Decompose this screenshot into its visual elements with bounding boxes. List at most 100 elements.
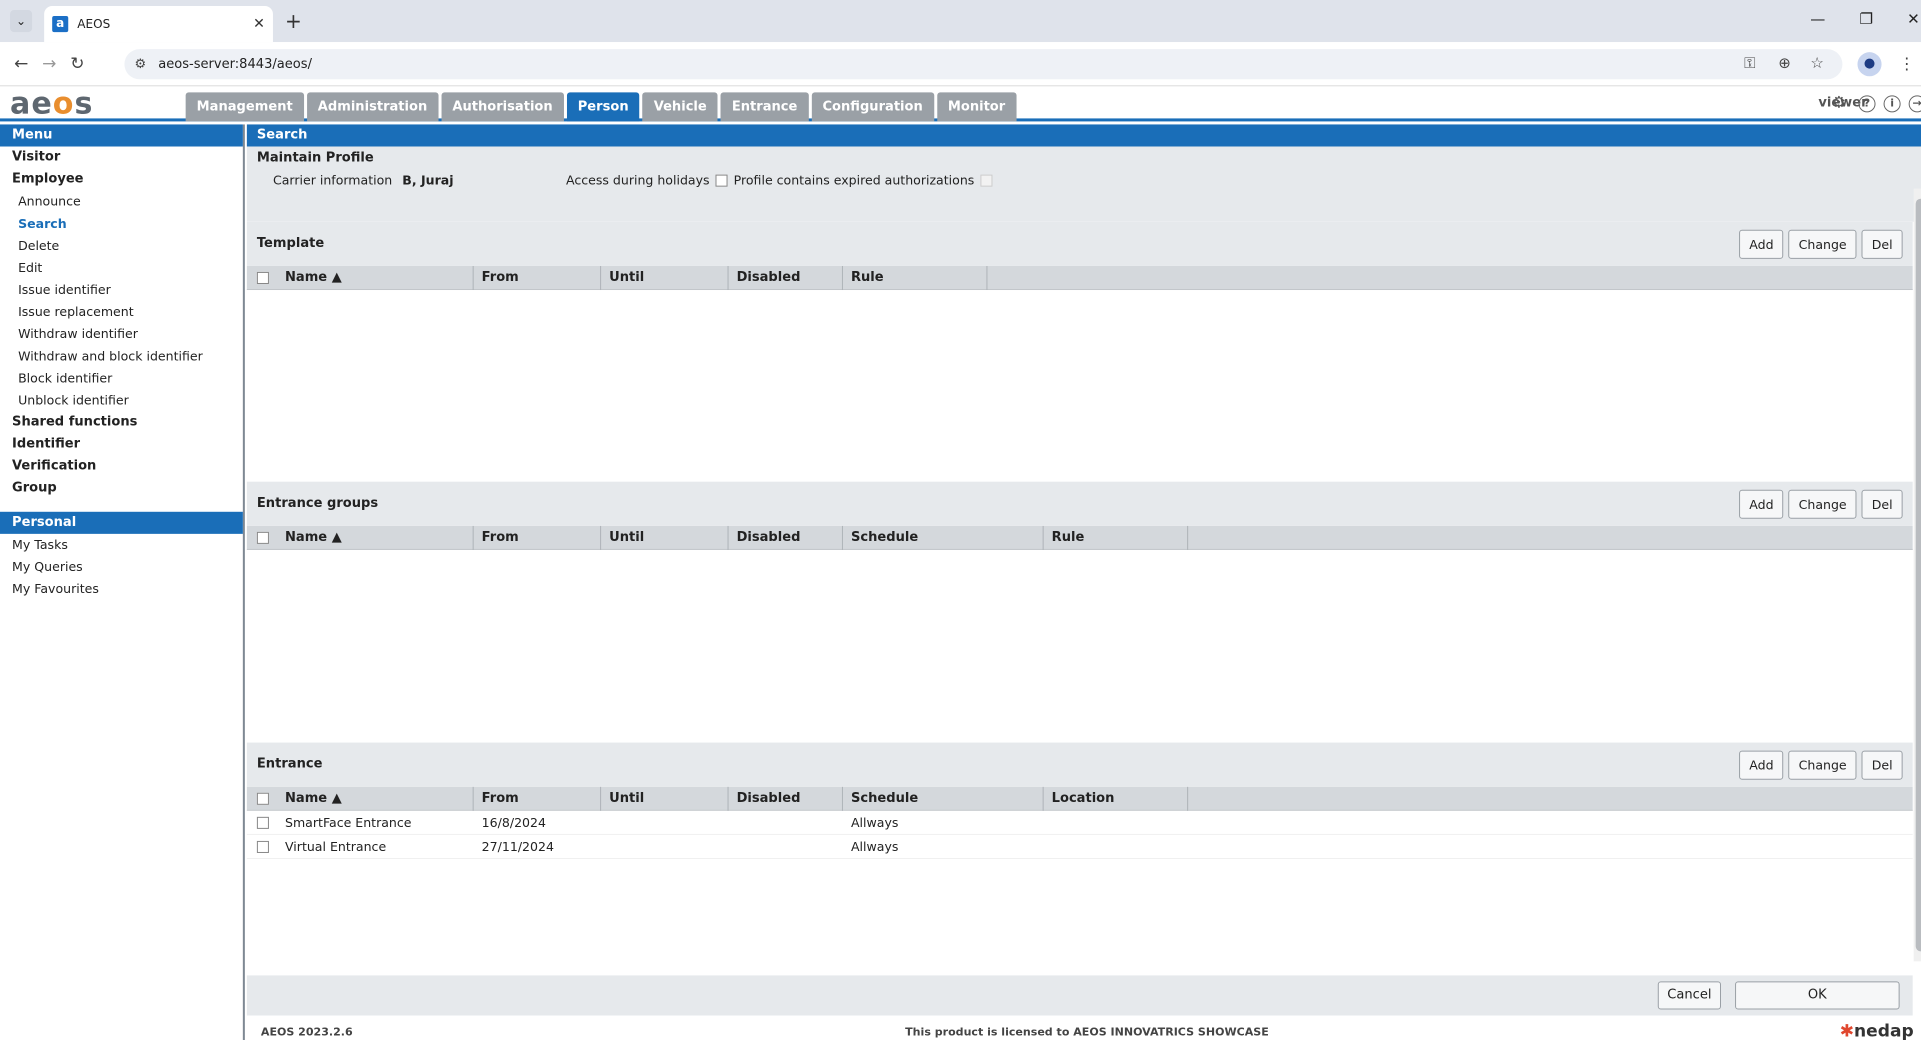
zoom-icon[interactable]: ⊕ [1778,54,1791,72]
column-header[interactable]: From [474,525,602,550]
sidebar-item-delete[interactable]: Delete [0,235,243,257]
sidebar-item-withdraw-identifier[interactable]: Withdraw identifier [0,323,243,345]
scrollbar-thumb[interactable] [1915,198,1921,952]
column-header[interactable]: Disabled [729,265,843,290]
tab-close-icon[interactable]: ✕ [253,16,265,32]
profile-avatar-icon[interactable]: ● [1857,52,1882,77]
nav-tab-entrance[interactable]: Entrance [720,92,809,122]
cell-schedule: Allways [850,838,899,854]
column-header[interactable]: Schedule [843,786,1044,811]
version-text: AEOS 2023.2.6 [260,1025,353,1039]
holidays-checkbox[interactable] [715,174,728,187]
del-button[interactable]: Del [1861,229,1903,259]
column-header[interactable]: Name ▲ [277,265,474,290]
column-header[interactable]: From [474,786,602,811]
nav-tab-management[interactable]: Management [185,92,304,122]
forward-icon[interactable]: → [42,54,56,74]
column-header[interactable]: Until [601,265,729,290]
column-header[interactable]: Location [1044,786,1189,811]
logout-icon[interactable]: → [1908,95,1921,113]
del-button[interactable]: Del [1861,750,1903,780]
back-icon[interactable]: ← [14,54,28,74]
page-title: Search [246,124,1921,147]
sidebar-item-unblock-identifier[interactable]: Unblock identifier [0,389,243,411]
address-bar[interactable]: ⚙ aeos-server:8443/aeos/ ⚿ ⊕ ☆ [124,49,1843,80]
nav-tab-configuration[interactable]: Configuration [811,92,934,122]
ok-button[interactable]: OK [1735,981,1900,1010]
select-all-checkbox[interactable] [256,531,269,544]
sidebar-item-edit[interactable]: Edit [0,257,243,279]
reload-icon[interactable]: ↻ [70,54,84,74]
column-header[interactable]: Disabled [729,525,843,550]
sidebar-item-withdraw-and-block-identifier[interactable]: Withdraw and block identifier [0,345,243,367]
browser-menu-icon[interactable]: ⋮ [1899,54,1915,73]
sidebar-item-block-identifier[interactable]: Block identifier [0,367,243,389]
column-header[interactable]: Disabled [729,786,843,811]
change-button[interactable]: Change [1788,229,1857,259]
row-checkbox-cell [247,816,277,829]
section-buttons: Add Change Del [1739,489,1903,519]
cell-name: Virtual Entrance [284,838,387,854]
sidebar-item-identifier[interactable]: Identifier [0,434,243,456]
cell-schedule: Allways [850,814,899,830]
personal-item-my-tasks[interactable]: My Tasks [0,534,243,556]
sidebar-item-search[interactable]: Search [0,213,243,235]
restore-icon[interactable]: ❐ [1859,10,1873,28]
close-window-icon[interactable]: ✕ [1907,10,1920,28]
add-button[interactable]: Add [1739,750,1784,780]
scrollbar[interactable] [1913,188,1921,962]
sidebar-item-visitor[interactable]: Visitor [0,147,243,169]
settings-gear-icon[interactable]: ⚙ [1830,94,1847,112]
sidebar-item-employee[interactable]: Employee [0,169,243,191]
tab-search-icon[interactable]: ⌄ [10,10,33,33]
nav-tab-monitor[interactable]: Monitor [936,92,1017,122]
cancel-button[interactable]: Cancel [1657,981,1722,1010]
sidebar-item-issue-replacement[interactable]: Issue replacement [0,301,243,323]
personal-item-my-favourites[interactable]: My Favourites [0,578,243,600]
table-row[interactable]: Virtual Entrance 27/11/2024 Allways [246,835,1913,859]
sidebar-item-announce[interactable]: Announce [0,191,243,213]
minimize-icon[interactable]: — [1810,10,1825,28]
new-tab-icon[interactable]: + [285,9,302,33]
del-button[interactable]: Del [1861,489,1903,519]
bookmark-star-icon[interactable]: ☆ [1810,54,1824,72]
row-checkbox[interactable] [256,840,269,853]
add-button[interactable]: Add [1739,229,1784,259]
info-icon[interactable]: i [1883,95,1901,113]
add-button[interactable]: Add [1739,489,1784,519]
column-header[interactable]: From [474,265,602,290]
column-header[interactable]: Rule [1044,525,1189,550]
column-header[interactable]: Schedule [843,525,1044,550]
table-row[interactable]: SmartFace Entrance 16/8/2024 Allways [246,810,1913,835]
sidebar-item-verification[interactable]: Verification [0,456,243,478]
column-header[interactable]: Rule [843,265,988,290]
sidebar-item-shared-functions[interactable]: Shared functions [0,411,243,433]
column-header[interactable]: Until [601,786,729,811]
personal-item-my-queries[interactable]: My Queries [0,556,243,578]
template-section: Template Add Change Del Name ▲ From Until Disab… [246,221,1913,478]
cell-disabled [729,810,843,834]
personal-header: Personal [0,511,243,534]
change-button[interactable]: Change [1788,489,1857,519]
column-header[interactable]: Until [601,525,729,550]
browser-tab[interactable]: a AEOS ✕ [44,6,273,43]
column-header[interactable]: Name ▲ [277,525,474,550]
password-key-icon[interactable]: ⚿ [1744,54,1755,72]
cell-name: SmartFace Entrance [284,814,412,830]
nav-tab-administration[interactable]: Administration [306,92,439,122]
url-text[interactable]: aeos-server:8443/aeos/ [158,57,312,72]
nav-tab-vehicle[interactable]: Vehicle [642,92,718,122]
maintain-profile-section: Maintain Profile Carrier information B, J… [246,146,1921,222]
nav-tab-authorisation[interactable]: Authorisation [441,92,564,122]
sidebar-item-group[interactable]: Group [0,478,243,500]
change-button[interactable]: Change [1788,750,1857,780]
column-header[interactable]: Name ▲ [277,786,474,811]
sidebar-item-issue-identifier[interactable]: Issue identifier [0,279,243,301]
nav-tab-person[interactable]: Person [566,92,640,122]
row-checkbox[interactable] [256,816,269,829]
help-icon[interactable]: ? [1858,95,1876,113]
select-all-checkbox[interactable] [256,792,269,805]
section-buttons: Add Change Del [1739,229,1903,259]
select-all-checkbox[interactable] [256,271,269,284]
site-info-icon[interactable]: ⚙ [134,57,146,72]
